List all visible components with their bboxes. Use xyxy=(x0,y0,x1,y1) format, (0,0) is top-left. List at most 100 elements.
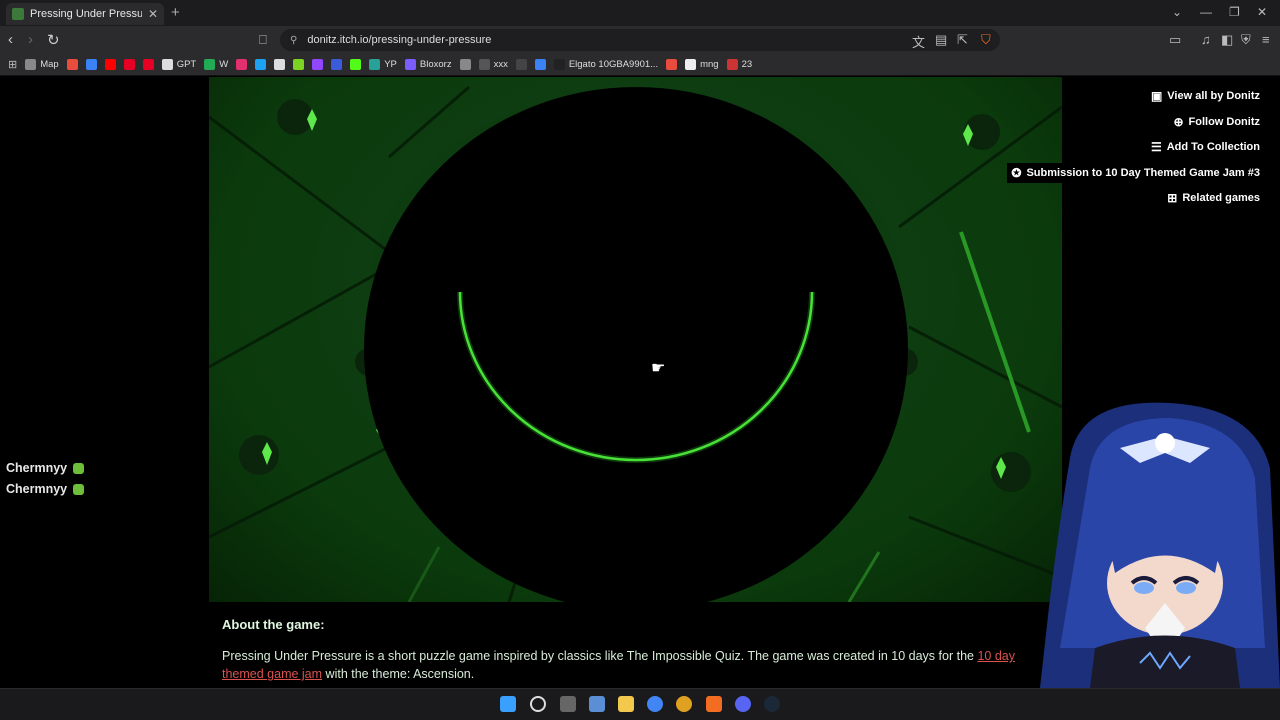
share-icon[interactable]: ⇱ xyxy=(957,32,968,48)
bookmark-favicon-icon xyxy=(85,59,97,70)
forward-button[interactable]: › xyxy=(28,31,33,48)
split-view-icon[interactable]: ◧ xyxy=(1221,32,1233,48)
apps-icon[interactable]: ⊞ xyxy=(8,58,17,71)
menu-icon[interactable]: ≡ xyxy=(1262,32,1270,47)
bookmark-label: GPT xyxy=(176,59,197,70)
tab-search-icon[interactable]: ⌄ xyxy=(1172,5,1182,19)
sidebar-link-label: View all by Donitz xyxy=(1167,90,1260,102)
reload-button[interactable]: ↻ xyxy=(47,31,60,49)
bookmark-item[interactable]: Elgato 10GBA9901... xyxy=(553,59,658,70)
bookmark-favicon-icon xyxy=(553,59,565,70)
bookmark-item[interactable]: W xyxy=(204,59,228,70)
chat-message: Chermnyy xyxy=(6,461,85,475)
bookmark-icon[interactable]: ⎕ xyxy=(259,32,267,48)
bookmark-favicon-icon xyxy=(369,59,381,70)
bookmark-item[interactable] xyxy=(255,59,267,70)
bookmark-item[interactable] xyxy=(85,59,97,70)
bookmark-item[interactable] xyxy=(123,59,135,70)
bookmark-favicon-icon xyxy=(142,59,154,70)
bookmark-favicon-icon xyxy=(666,59,678,70)
chat-username: Chermnyy xyxy=(6,461,68,475)
browser-title-bar: Pressing Under Pressure by D ✕ + ⌄ — ❐ ✕ xyxy=(0,0,1280,26)
bookmark-item[interactable]: Bloxorz xyxy=(404,59,452,70)
bookmark-item[interactable] xyxy=(236,59,248,70)
bookmark-item[interactable] xyxy=(534,59,546,70)
bookmark-item[interactable] xyxy=(142,59,154,70)
reader-icon[interactable]: ▤ xyxy=(935,32,947,48)
bookmark-item[interactable] xyxy=(666,59,678,70)
vtuber-avatar xyxy=(1040,402,1280,688)
bookmark-item[interactable] xyxy=(104,59,116,70)
bookmark-item[interactable]: 23 xyxy=(726,59,752,70)
bookmark-item[interactable] xyxy=(350,59,362,70)
minimize-button[interactable]: — xyxy=(1200,5,1212,19)
site-info-icon[interactable]: ⚲ xyxy=(290,35,297,46)
sidebar-link-label: Follow Donitz xyxy=(1188,116,1260,128)
bookmark-item[interactable]: YP xyxy=(369,59,397,70)
bookmark-favicon-icon xyxy=(274,59,286,70)
bookmark-item[interactable]: xxx xyxy=(478,59,508,70)
map-icon: ⊞ xyxy=(1167,191,1178,205)
bookmark-label: xxx xyxy=(493,59,508,70)
search-icon[interactable] xyxy=(530,696,546,712)
sidebar-link-label: Add To Collection xyxy=(1166,141,1260,153)
settings-app-icon[interactable] xyxy=(589,696,605,712)
bookmark-item[interactable]: GPT xyxy=(161,59,197,70)
maximize-button[interactable]: ❐ xyxy=(1229,5,1240,19)
sidebar-link-label: Submission to 10 Day Themed Game Jam #3 xyxy=(1026,167,1260,179)
sidebar-link[interactable]: ⊕ Follow Donitz xyxy=(1169,112,1260,132)
windows-start-icon[interactable] xyxy=(500,696,516,712)
chat-badge-icon xyxy=(73,462,85,474)
bookmark-item[interactable] xyxy=(459,59,471,70)
game-canvas[interactable] xyxy=(209,77,1062,602)
sidebar-link[interactable]: ▣ View all by Donitz xyxy=(1146,86,1260,106)
bookmark-item[interactable] xyxy=(274,59,286,70)
file-explorer-icon[interactable] xyxy=(618,696,634,712)
close-tab-icon[interactable]: ✕ xyxy=(148,7,158,21)
chrome-canary-icon[interactable] xyxy=(676,696,692,712)
brave-icon[interactable] xyxy=(706,696,722,712)
user-plus-icon: ⊕ xyxy=(1173,115,1184,129)
bookmark-item[interactable] xyxy=(66,59,78,70)
discord-icon[interactable] xyxy=(735,696,751,712)
bookmark-favicon-icon xyxy=(331,59,343,70)
bookmark-label: YP xyxy=(384,59,397,70)
bookmark-item[interactable] xyxy=(293,59,305,70)
bookmark-favicon-icon xyxy=(236,59,248,70)
steam-icon[interactable] xyxy=(764,696,780,712)
tab-title: Pressing Under Pressure by D xyxy=(30,8,142,20)
sidebar-link[interactable]: ☰ Add To Collection xyxy=(1146,137,1260,157)
about-text: Pressing Under Pressure is a short puzzl… xyxy=(222,647,1052,683)
bookmark-favicon-icon xyxy=(478,59,490,70)
bookmark-favicon-icon xyxy=(685,59,697,70)
bookmark-favicon-icon xyxy=(350,59,362,70)
chrome-icon[interactable] xyxy=(647,696,663,712)
bookmark-item[interactable] xyxy=(331,59,343,70)
page-content: About the game: Pressing Under Pressure … xyxy=(0,77,1280,688)
sidebar-link[interactable]: ⊞ Related games xyxy=(1163,188,1260,208)
translate-icon[interactable]: 文 xyxy=(912,32,925,51)
list-plus-icon: ☰ xyxy=(1150,140,1162,154)
bookmark-item[interactable]: mng xyxy=(685,59,719,70)
bookmark-favicon-icon xyxy=(726,59,738,70)
bookmark-item[interactable]: Map xyxy=(25,59,59,70)
address-bar[interactable]: ⚲ donitz.itch.io/pressing-under-pressure xyxy=(280,29,1000,51)
brave-shield-icon[interactable]: ⛉ xyxy=(981,32,991,48)
bookmark-label: Map xyxy=(40,59,59,70)
vpn-icon[interactable]: ⛨ xyxy=(1241,32,1251,48)
task-view-icon[interactable] xyxy=(560,696,576,712)
windows-taskbar xyxy=(0,688,1280,720)
sidebar-link[interactable]: ✪ Submission to 10 Day Themed Game Jam #3 xyxy=(1007,163,1260,183)
close-window-button[interactable]: ✕ xyxy=(1257,5,1267,19)
new-tab-button[interactable]: + xyxy=(171,4,180,21)
media-icon[interactable]: ♫ xyxy=(1201,32,1211,47)
award-icon: ✪ xyxy=(1011,166,1022,180)
bookmark-favicon-icon xyxy=(66,59,78,70)
sidebar-toggle-icon[interactable]: ▭ xyxy=(1169,32,1181,48)
back-button[interactable]: ‹ xyxy=(8,31,13,48)
browser-tab[interactable]: Pressing Under Pressure by D ✕ xyxy=(6,3,164,25)
bookmark-item[interactable] xyxy=(312,59,324,70)
bookmark-item[interactable] xyxy=(515,59,527,70)
bookmark-favicon-icon xyxy=(25,59,37,70)
chat-message: Chermnyy xyxy=(6,482,85,496)
